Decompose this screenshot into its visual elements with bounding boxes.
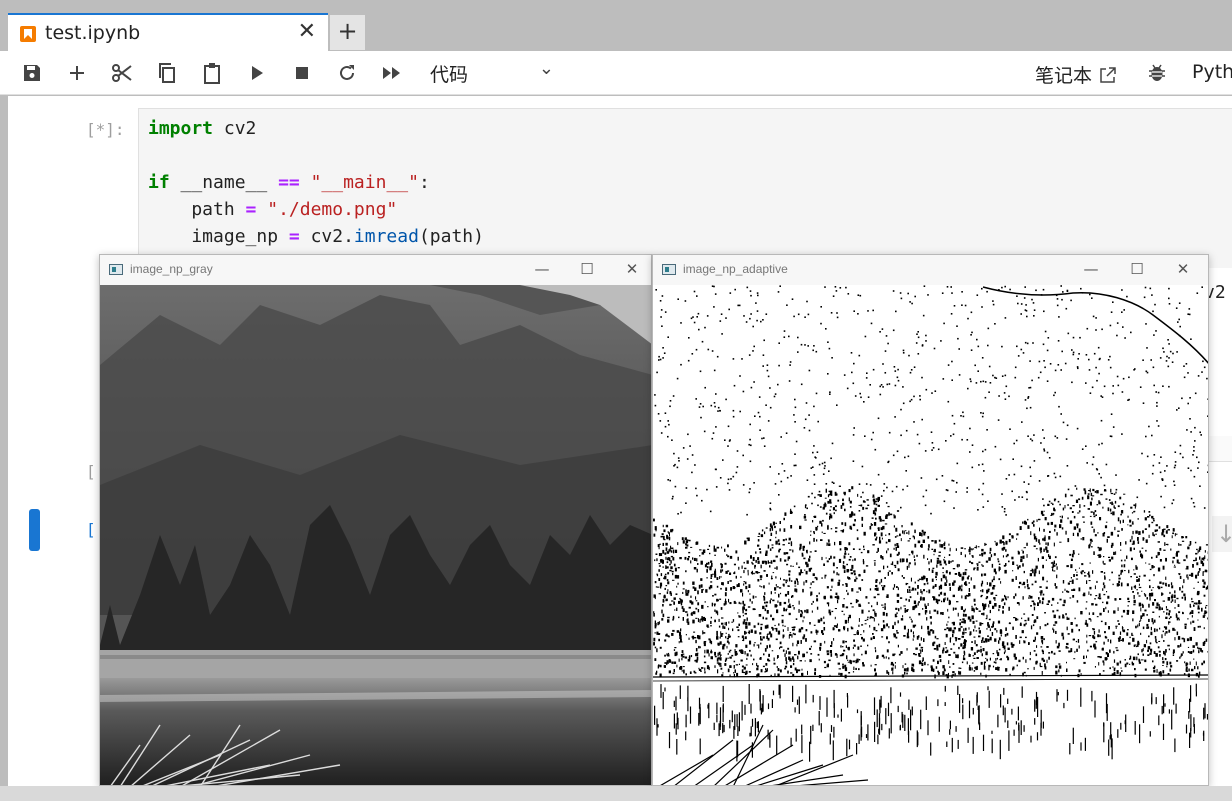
tab-title: test.ipynb bbox=[45, 22, 141, 44]
code-cell-editor[interactable]: import cv2 if __name__ == "__main__": pa… bbox=[138, 108, 1232, 268]
code-line: if __name__ == "__main__": bbox=[148, 172, 430, 193]
restart-icon[interactable] bbox=[334, 60, 360, 86]
tab-notebook[interactable]: test.ipynb ✕ bbox=[8, 13, 328, 51]
external-link-icon bbox=[1100, 67, 1116, 83]
code-line: image_np = cv2.imread(path) bbox=[148, 226, 484, 247]
close-button[interactable]: ✕ bbox=[1171, 258, 1195, 280]
active-cell-indicator bbox=[29, 509, 40, 551]
close-button[interactable]: ✕ bbox=[620, 258, 644, 280]
scissors-icon[interactable] bbox=[109, 60, 135, 86]
window-titlebar[interactable]: image_np_gray — ☐ ✕ bbox=[100, 255, 651, 285]
notebook-toolbar: 代码 ⌄ 笔记本 Pyth bbox=[0, 51, 1232, 95]
grayscale-image bbox=[100, 285, 651, 785]
window-title: image_np_adaptive bbox=[683, 262, 788, 276]
adaptive-threshold-image bbox=[653, 285, 1208, 785]
code-line: import cv2 bbox=[148, 118, 257, 139]
maximize-button[interactable]: ☐ bbox=[575, 258, 599, 280]
output-area-edge bbox=[1208, 436, 1232, 462]
cell-prompt: [*]: bbox=[86, 120, 125, 139]
notebook-label: 笔记本 bbox=[1035, 65, 1093, 87]
cell-type-select[interactable]: 代码 ⌄ bbox=[430, 58, 558, 86]
tab-close-button[interactable]: ✕ bbox=[298, 19, 316, 44]
bug-icon[interactable] bbox=[1144, 60, 1170, 86]
window-app-icon bbox=[109, 264, 123, 275]
cell-prompt: [ bbox=[86, 520, 96, 539]
stop-icon[interactable] bbox=[289, 60, 315, 86]
cell-prompt: [ bbox=[86, 462, 96, 481]
maximize-button[interactable]: ☐ bbox=[1125, 258, 1149, 280]
open-notebook-link[interactable]: 笔记本 bbox=[1035, 61, 1118, 88]
plus-icon[interactable] bbox=[64, 60, 90, 86]
fast-forward-icon[interactable] bbox=[379, 60, 405, 86]
cell-type-value: 代码 bbox=[430, 64, 469, 86]
window-app-icon bbox=[662, 264, 676, 275]
save-icon[interactable] bbox=[19, 60, 45, 86]
window-title: image_np_gray bbox=[130, 262, 213, 276]
copy-icon[interactable] bbox=[154, 60, 180, 86]
play-icon[interactable] bbox=[244, 60, 270, 86]
tab-bar: test.ipynb ✕ + bbox=[0, 0, 1232, 51]
minimize-button[interactable]: — bbox=[530, 258, 554, 280]
arrow-down-icon[interactable]: ↓ bbox=[1212, 516, 1232, 552]
image-window-adaptive[interactable]: image_np_adaptive — ☐ ✕ bbox=[652, 254, 1209, 786]
image-window-gray[interactable]: image_np_gray — ☐ ✕ bbox=[99, 254, 652, 786]
chevron-down-icon: ⌄ bbox=[538, 58, 554, 79]
code-line: path = "./demo.png" bbox=[148, 199, 398, 220]
kernel-name[interactable]: Pyth bbox=[1192, 61, 1232, 83]
status-strip bbox=[0, 786, 1232, 801]
window-titlebar[interactable]: image_np_adaptive — ☐ ✕ bbox=[653, 255, 1208, 285]
minimize-button[interactable]: — bbox=[1079, 258, 1103, 280]
notebook-icon bbox=[20, 26, 36, 42]
paste-icon[interactable] bbox=[199, 60, 225, 86]
new-tab-button[interactable]: + bbox=[330, 15, 365, 50]
